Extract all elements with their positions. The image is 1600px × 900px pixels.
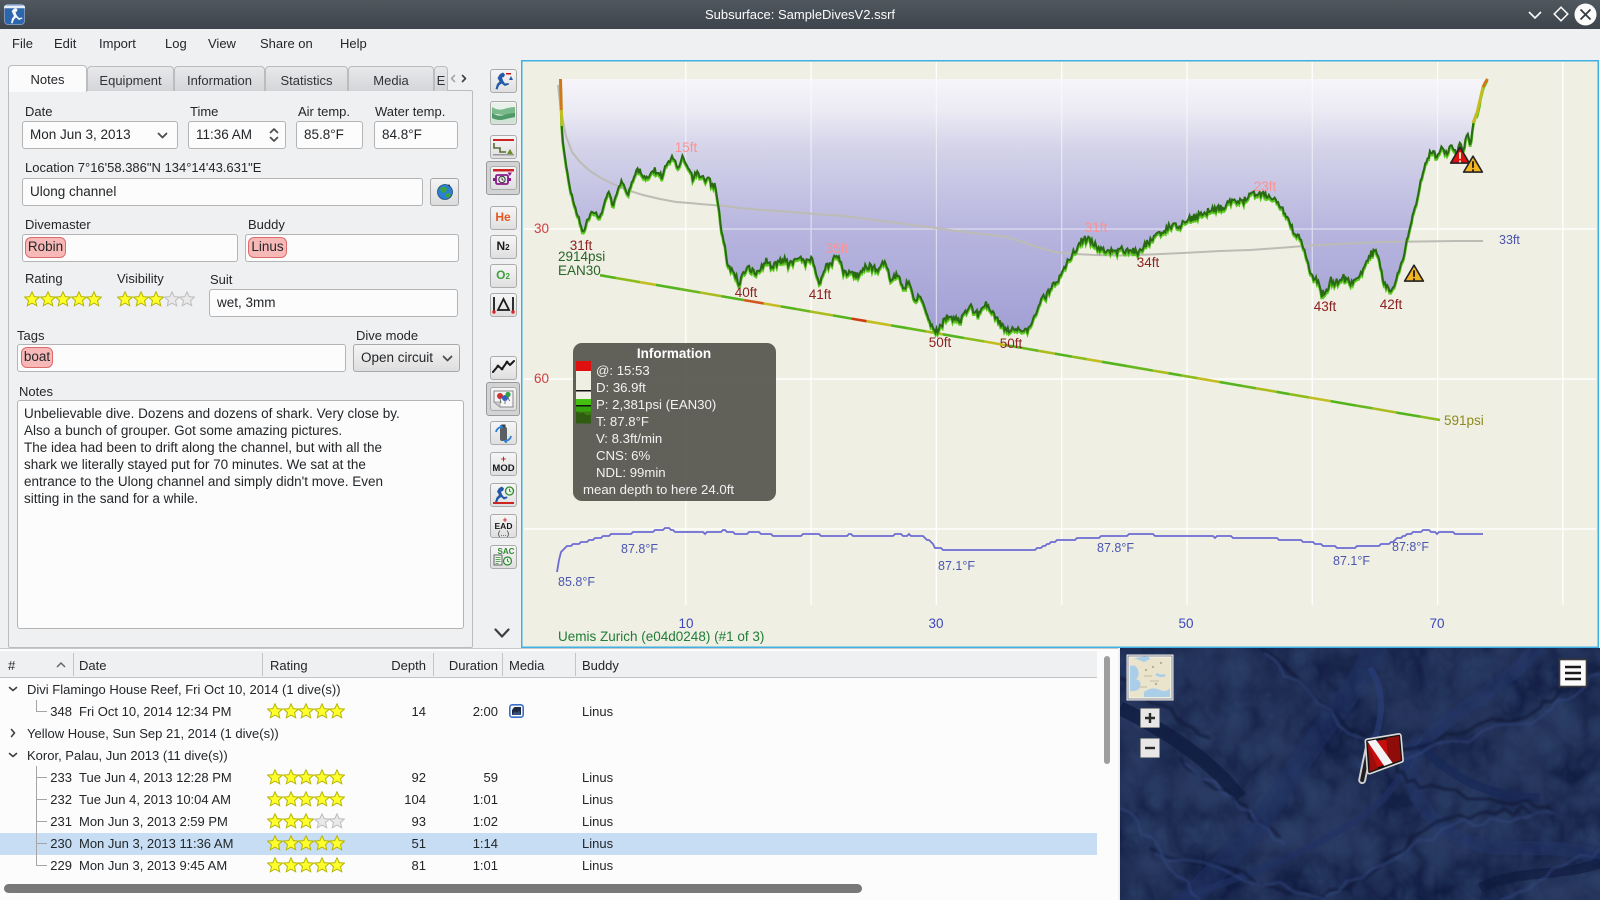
svg-text:87.8°F: 87.8°F: [621, 542, 658, 556]
svg-text:35ft: 35ft: [826, 241, 849, 256]
svg-text:31ft: 31ft: [1085, 220, 1108, 235]
svg-text:87.1°F: 87.1°F: [938, 559, 975, 573]
svg-text:85.8°F: 85.8°F: [558, 575, 595, 589]
svg-text:D: 36.9ft: D: 36.9ft: [596, 380, 646, 395]
svg-text:50ft: 50ft: [1000, 336, 1023, 351]
svg-text:NDL: 99min: NDL: 99min: [596, 465, 666, 480]
svg-text:41ft: 41ft: [809, 287, 832, 302]
svg-text:591psi: 591psi: [1444, 413, 1484, 428]
svg-text:87.1°F: 87.1°F: [1333, 554, 1370, 568]
svg-text:31ft: 31ft: [570, 238, 593, 253]
svg-text:Information: Information: [637, 346, 711, 361]
svg-text:42ft: 42ft: [1380, 297, 1403, 312]
svg-text:T: 87.8°F: T: 87.8°F: [596, 414, 649, 429]
svg-text:P: 2,381psi (EAN30): P: 2,381psi (EAN30): [596, 397, 716, 412]
svg-text:50ft: 50ft: [929, 335, 952, 350]
svg-text:40ft: 40ft: [735, 285, 758, 300]
svg-text:@: 15:53: @: 15:53: [596, 363, 650, 378]
svg-text:87:8°F: 87:8°F: [1392, 540, 1429, 554]
svg-text:CNS: 6%: CNS: 6%: [596, 448, 651, 463]
svg-text:50: 50: [1178, 616, 1193, 631]
svg-text:EAN30: EAN30: [558, 263, 601, 278]
svg-text:33ft: 33ft: [1499, 233, 1520, 247]
svg-text:30: 30: [534, 221, 549, 236]
svg-text:70: 70: [1429, 616, 1444, 631]
svg-text:V: 8.3ft/min: V: 8.3ft/min: [596, 431, 662, 446]
svg-text:43ft: 43ft: [1314, 299, 1337, 314]
svg-text:(...): (...): [498, 529, 510, 537]
svg-text:Uemis Zurich (e04d0248) (#1 of: Uemis Zurich (e04d0248) (#1 of 3): [558, 629, 764, 644]
svg-text:15ft: 15ft: [675, 140, 698, 155]
svg-text:MOD: MOD: [492, 463, 514, 474]
svg-text:23ft: 23ft: [1254, 179, 1277, 194]
svg-text:mean depth to here 24.0ft: mean depth to here 24.0ft: [583, 482, 734, 497]
svg-text:30: 30: [928, 616, 943, 631]
svg-text:34ft: 34ft: [1137, 255, 1160, 270]
svg-text:60: 60: [534, 371, 549, 386]
svg-text:87.8°F: 87.8°F: [1097, 541, 1134, 555]
